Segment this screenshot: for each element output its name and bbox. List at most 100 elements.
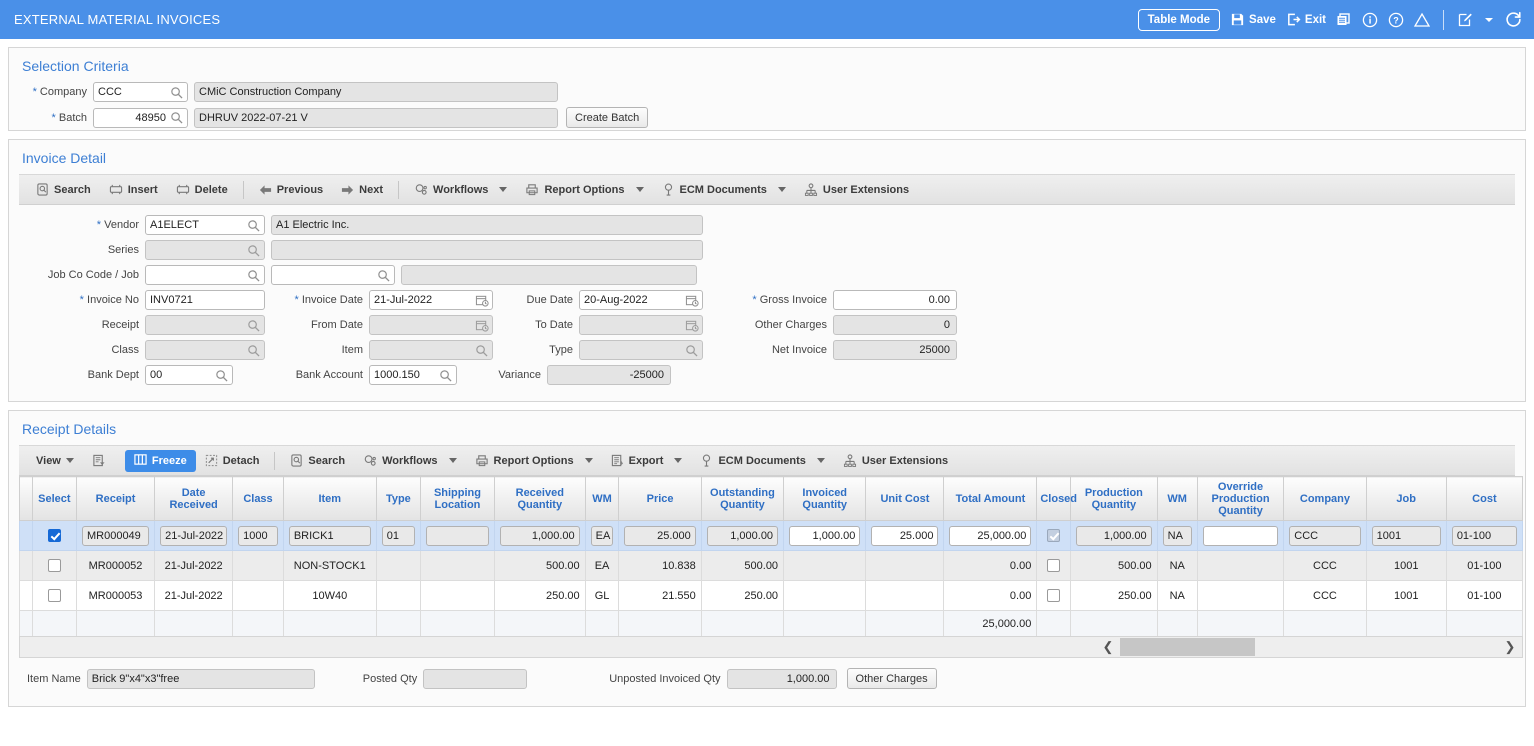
receipt-ecm-documents-button[interactable]: ECM Documents [691, 449, 814, 473]
cell-unit-cost[interactable]: 25.000 [865, 520, 945, 551]
table-row[interactable]: MR000053 21-Jul-2022 10W40 250.00 GL 21.… [19, 580, 1524, 611]
cell-select[interactable] [31, 520, 77, 551]
cell-wm[interactable]: GL [584, 580, 620, 611]
col-header-cost[interactable]: Cost [1445, 476, 1524, 521]
cell-job[interactable]: 1001 [1365, 550, 1447, 581]
info-button[interactable] [1362, 12, 1378, 28]
query-by-example-button[interactable] [83, 449, 115, 473]
cell-outstanding-quantity[interactable]: 500.00 [700, 550, 785, 581]
detach-button[interactable]: Detach [196, 449, 269, 473]
cell-override-production-quantity[interactable] [1196, 520, 1285, 551]
calendar-icon[interactable] [685, 319, 699, 332]
cell-received-quantity[interactable]: 1,000.00 [493, 520, 586, 551]
col-header-total-amount[interactable]: Total Amount [943, 476, 1038, 521]
cell-outstanding-quantity[interactable]: 1,000.00 [700, 520, 785, 551]
receipt-user-extensions-button[interactable]: User Extensions [834, 449, 957, 473]
col-header-select[interactable]: Select [31, 476, 77, 521]
cell-total-amount[interactable]: 0.00 [943, 550, 1038, 581]
scrollbar-track[interactable] [1120, 636, 1498, 658]
col-header-override-production-quantity[interactable]: Override Production Quantity [1196, 476, 1285, 521]
cell-wm2[interactable]: NA [1156, 580, 1198, 611]
cell-company[interactable]: CCC [1283, 580, 1367, 611]
search-icon[interactable] [475, 344, 488, 357]
col-header-received-quantity[interactable]: Received Quantity [493, 476, 586, 521]
table-mode-button[interactable]: Table Mode [1137, 8, 1221, 31]
cell-cost[interactable]: 01-100 [1445, 580, 1524, 611]
cell-production-quantity[interactable]: 250.00 [1070, 580, 1158, 611]
search-icon[interactable] [377, 269, 390, 282]
cell-wm2[interactable]: NA [1156, 550, 1198, 581]
col-header-price[interactable]: Price [618, 476, 702, 521]
col-header-job[interactable]: Job [1365, 476, 1447, 521]
cell-outstanding-quantity[interactable]: 250.00 [700, 580, 785, 611]
cell-received-quantity[interactable]: 250.00 [493, 580, 586, 611]
cell-shipping-location[interactable] [420, 520, 495, 551]
closed-checkbox[interactable] [1047, 589, 1061, 602]
cell-production-quantity[interactable]: 1,000.00 [1070, 520, 1158, 551]
cell-job[interactable]: 1001 [1365, 520, 1447, 551]
calendar-icon[interactable] [685, 294, 699, 307]
exit-button[interactable]: Exit [1286, 12, 1326, 27]
invoice-workflows-button[interactable]: Workflows [405, 178, 497, 202]
class-input[interactable] [145, 340, 265, 360]
col-header-invoiced-quantity[interactable]: Invoiced Quantity [783, 476, 867, 521]
save-button[interactable]: Save [1230, 12, 1276, 27]
cell-class[interactable] [232, 550, 284, 581]
cell-item[interactable]: 10W40 [282, 580, 377, 611]
invoice-insert-button[interactable]: Insert [100, 178, 167, 202]
search-icon[interactable] [170, 86, 183, 99]
cell-invoiced-quantity[interactable] [783, 580, 867, 611]
receipt-workflows-button[interactable]: Workflows [354, 449, 446, 473]
receipt-report-options-button[interactable]: Report Options [466, 449, 583, 473]
help-button[interactable]: ? [1388, 12, 1404, 28]
cell-receipt[interactable]: MR000049 [75, 520, 156, 551]
col-header-item[interactable]: Item [282, 476, 377, 521]
scroll-right-icon[interactable]: ❯ [1498, 639, 1522, 655]
cell-production-quantity[interactable]: 500.00 [1070, 550, 1158, 581]
col-header-type[interactable]: Type [375, 476, 422, 521]
receipt-search-button[interactable]: Search [281, 449, 354, 473]
col-header-receipt[interactable]: Receipt [75, 476, 156, 521]
refresh-button[interactable] [1505, 11, 1522, 28]
warning-button[interactable] [1413, 12, 1431, 28]
cell-shipping-location[interactable] [420, 580, 495, 611]
cell-override-production-quantity[interactable] [1196, 580, 1285, 611]
due-date-input[interactable]: 20-Aug-2022 [579, 290, 703, 310]
edit-dropdown-button[interactable] [1483, 14, 1495, 26]
cell-invoiced-quantity[interactable]: 1,000.00 [783, 520, 867, 551]
type-input[interactable] [579, 340, 703, 360]
scrollbar-thumb[interactable] [1120, 638, 1255, 656]
cell-closed[interactable] [1036, 550, 1072, 581]
cell-company[interactable]: CCC [1283, 550, 1367, 581]
invoice-delete-button[interactable]: Delete [167, 178, 237, 202]
invoice-next-button[interactable]: Next [332, 178, 392, 202]
col-header-wm[interactable]: WM [584, 476, 620, 521]
job-code-input[interactable] [271, 265, 395, 285]
cell-select[interactable] [31, 580, 77, 611]
closed-checkbox[interactable] [1047, 559, 1061, 572]
item-input[interactable] [369, 340, 493, 360]
cell-price[interactable]: 25.000 [618, 520, 702, 551]
cell-date-received[interactable]: 21-Jul-2022 [154, 550, 234, 581]
cell-wm[interactable]: EA [584, 550, 620, 581]
col-header-company[interactable]: Company [1283, 476, 1367, 521]
search-icon[interactable] [247, 319, 260, 332]
search-icon[interactable] [247, 244, 260, 257]
to-date-input[interactable] [579, 315, 703, 335]
search-icon[interactable] [247, 344, 260, 357]
select-checkbox[interactable] [47, 529, 61, 542]
cell-price[interactable]: 21.550 [618, 580, 702, 611]
search-icon[interactable] [247, 219, 260, 232]
cell-class[interactable]: 1000 [232, 520, 284, 551]
cell-wm[interactable]: EA [584, 520, 620, 551]
cell-company[interactable]: CCC [1283, 520, 1367, 551]
select-checkbox[interactable] [47, 559, 61, 572]
bank-dept-input[interactable]: 00 [145, 365, 233, 385]
cell-item[interactable]: NON-STOCK1 [282, 550, 377, 581]
cell-invoiced-quantity[interactable] [783, 550, 867, 581]
cell-closed[interactable] [1036, 520, 1072, 551]
cell-receipt[interactable]: MR000053 [75, 580, 156, 611]
calendar-icon[interactable] [475, 294, 489, 307]
cell-type[interactable] [375, 580, 422, 611]
cell-cost[interactable]: 01-100 [1445, 520, 1524, 551]
